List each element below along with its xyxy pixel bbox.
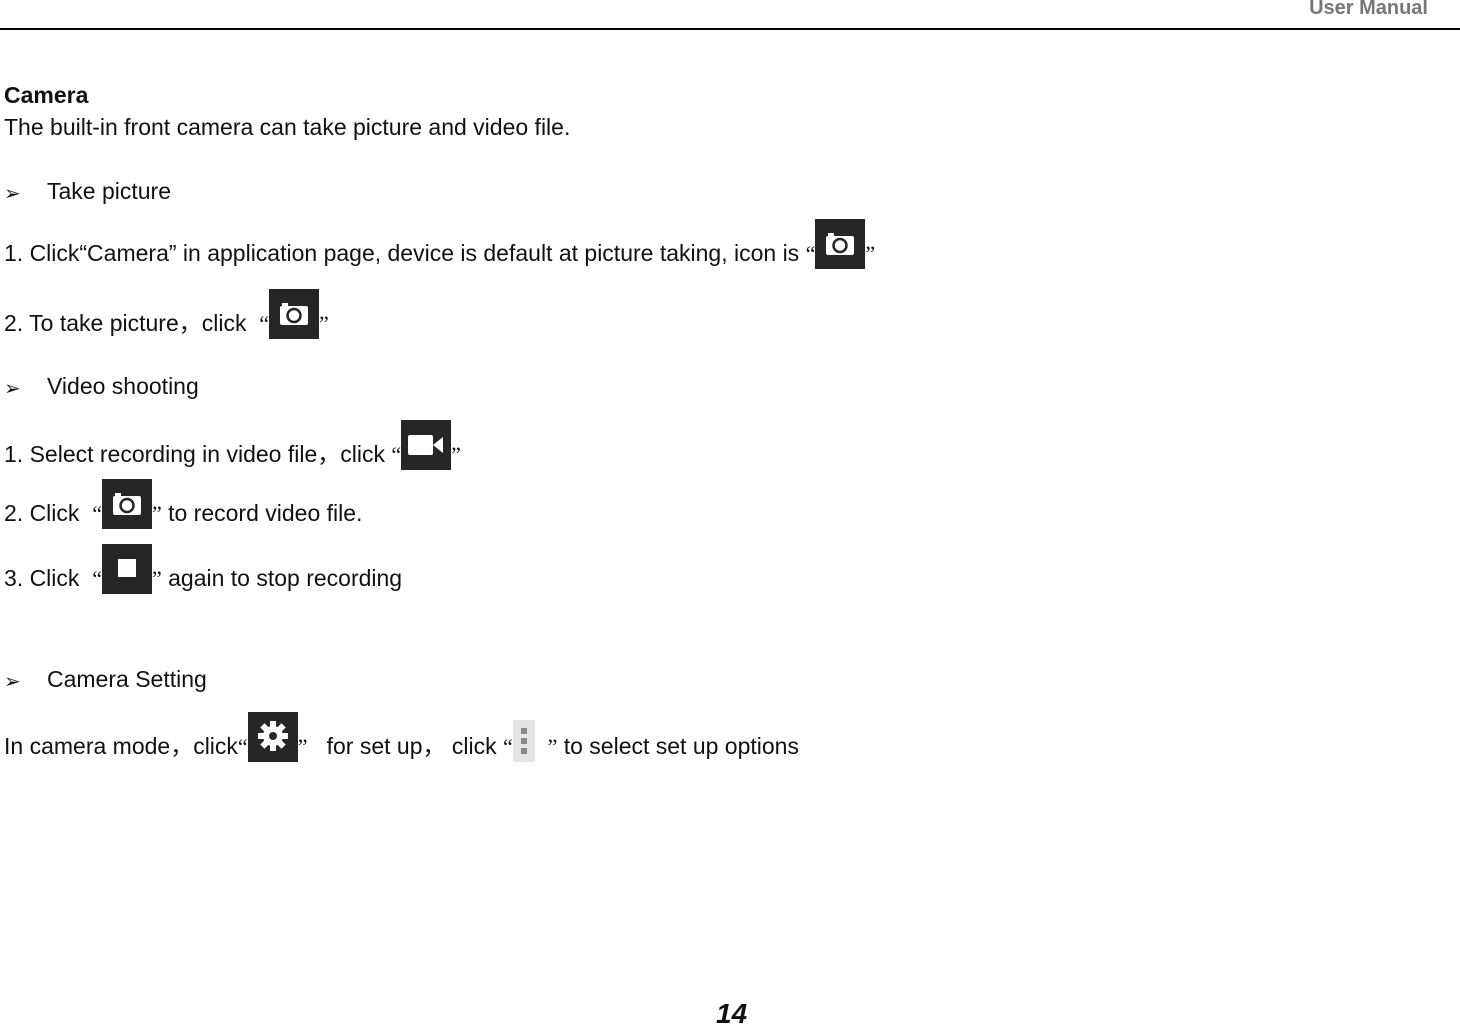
open-quote: “ xyxy=(259,311,270,336)
step-text: 2. Click xyxy=(4,500,80,526)
close-quote: ” xyxy=(865,241,876,266)
close-quote: ” xyxy=(547,734,558,759)
camera-icon xyxy=(269,289,320,339)
video-step-2: 2. Click “ ” to record video file. xyxy=(4,479,363,529)
subheading-camera-setting: Camera Setting xyxy=(47,666,207,692)
step-text-middle: for set up， click xyxy=(326,733,497,759)
camera-icon xyxy=(815,219,866,269)
open-quote: “ xyxy=(92,501,102,526)
gear-icon xyxy=(247,712,298,762)
video-step-3: 3. Click “ ” again to stop recording xyxy=(4,544,403,594)
step-text-after: again to stop recording xyxy=(168,565,403,591)
header-divider xyxy=(0,28,1460,30)
step-text: In camera mode，click xyxy=(4,733,238,759)
subheading-take-picture: Take picture xyxy=(47,178,172,204)
take-picture-step-1: 1. Click“Camera” in application page, de… xyxy=(4,219,876,269)
close-quote: ” xyxy=(151,501,162,526)
section-title: Camera xyxy=(4,82,89,108)
step-text: 1. Select recording in video file，click xyxy=(4,441,385,467)
open-quote: “ xyxy=(237,734,248,759)
close-quote: ” xyxy=(151,566,162,591)
camera-icon xyxy=(101,479,152,529)
open-quote: “ xyxy=(391,442,402,467)
step-text: 1. Click“Camera” in application page, de… xyxy=(4,240,800,266)
bullet-arrow-icon: ➢ xyxy=(4,378,21,400)
open-quote: “ xyxy=(92,566,102,591)
bullet-arrow-icon: ➢ xyxy=(4,671,21,693)
video-step-1: 1. Select recording in video file，click … xyxy=(4,420,461,470)
bullet-arrow-icon: ➢ xyxy=(4,183,21,205)
open-quote: “ xyxy=(805,241,816,266)
step-text-after: to select set up options xyxy=(563,733,799,759)
close-quote: ” xyxy=(451,442,461,467)
video-camera-icon xyxy=(401,420,452,470)
overflow-menu-icon xyxy=(512,720,535,762)
close-quote: ” xyxy=(319,311,329,336)
step-text: 2. To take picture，click xyxy=(4,310,247,336)
section-intro: The built-in front camera can take pictu… xyxy=(4,114,571,140)
open-quote: “ xyxy=(503,734,513,759)
step-text-after: to record video file. xyxy=(168,500,363,526)
take-picture-step-2: 2. To take picture，click “ ” xyxy=(4,289,329,339)
page-number: 14 xyxy=(716,998,748,1029)
stop-icon xyxy=(101,544,152,594)
camera-setting-text: In camera mode，click“ ” for set up， clic… xyxy=(4,712,799,762)
step-text: 3. Click xyxy=(4,565,80,591)
subheading-video-shooting: Video shooting xyxy=(47,373,199,399)
close-quote: ” xyxy=(297,734,308,759)
header-title: User Manual xyxy=(1309,0,1428,19)
